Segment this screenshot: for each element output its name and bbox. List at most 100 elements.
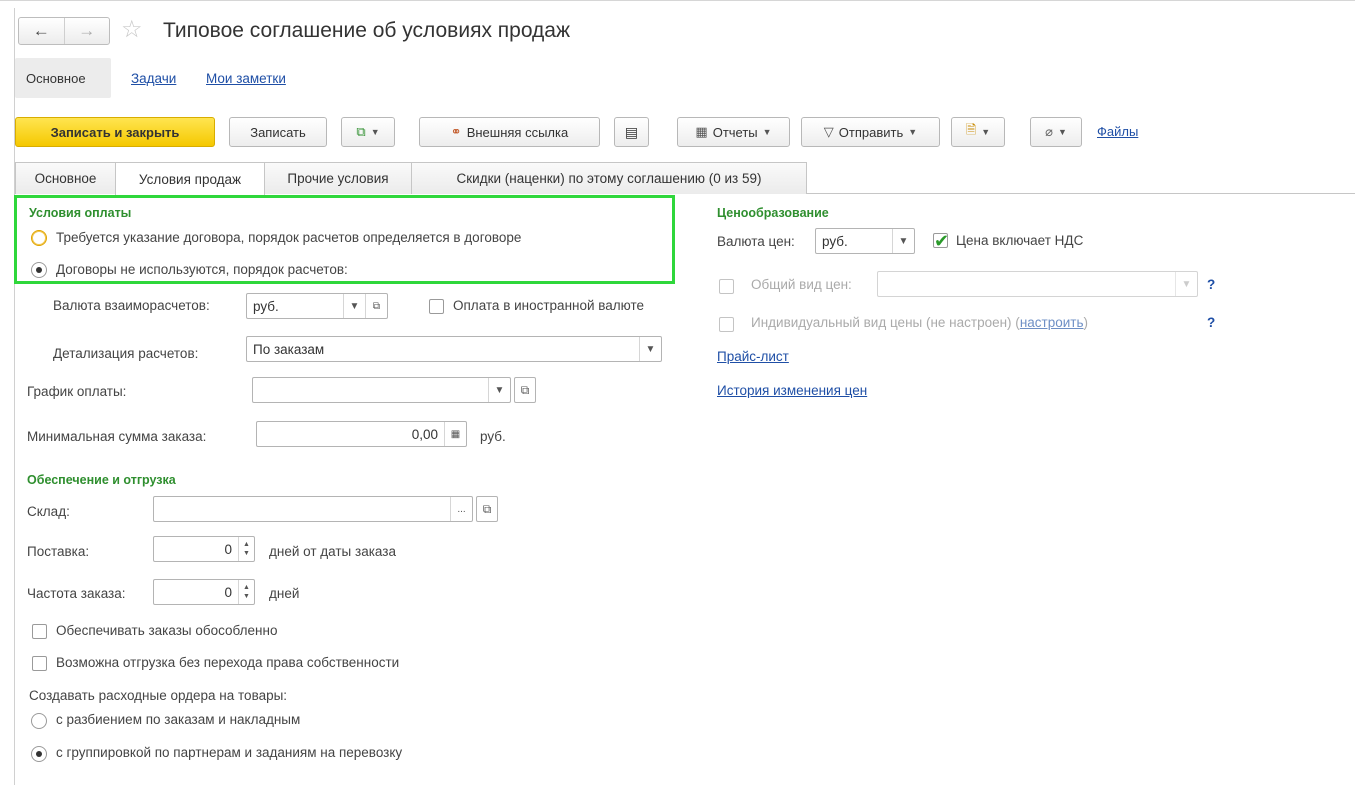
price-currency-field[interactable]: руб. ▼ — [815, 228, 915, 254]
spinner-icon[interactable]: ▲ ▼ — [238, 580, 254, 604]
price-currency-label: Валюта цен: — [717, 234, 795, 249]
orders-option1-radio[interactable] — [31, 713, 47, 729]
order-frequency-unit: дней — [269, 586, 300, 601]
warehouse-label: Склад: — [27, 504, 70, 519]
payment-schedule-label: График оплаты: — [27, 384, 127, 399]
payment-option1-label: Требуется указание договора, порядок рас… — [56, 230, 522, 245]
external-link-button[interactable]: ⚭ Внешняя ссылка — [419, 117, 600, 147]
settlement-detail-field[interactable]: По заказам ▼ — [246, 336, 662, 362]
settlement-detail-value[interactable]: По заказам — [247, 342, 639, 357]
select-button[interactable]: ... — [450, 497, 472, 521]
top-border — [0, 0, 1355, 1]
price-currency-value[interactable]: руб. — [816, 234, 892, 249]
chevron-down-icon[interactable]: ▼ — [639, 337, 661, 361]
section-main[interactable]: Основное — [26, 70, 86, 88]
individual-price-text: Индивидуальный вид цены (не настроен) ( — [751, 315, 1020, 330]
external-link-icon: ⚭ — [450, 124, 462, 139]
tab-sales-conditions[interactable]: Условия продаж — [115, 162, 265, 195]
orders-option2-radio[interactable] — [31, 746, 47, 762]
payment-option2-radio[interactable] — [31, 262, 47, 278]
chevron-down-icon[interactable]: ▼ — [488, 378, 510, 402]
nav-buttons: ← → — [18, 17, 110, 45]
chevron-down-icon[interactable]: ▼ — [1175, 272, 1197, 296]
payment-group-title: Условия оплаты — [29, 206, 132, 220]
common-price-field[interactable]: ▼ — [877, 271, 1198, 297]
back-arrow-icon[interactable]: ← — [19, 18, 65, 44]
chevron-down-icon[interactable]: ▼ — [343, 294, 365, 318]
min-order-sum-field[interactable]: 0,00 ▦ — [256, 421, 467, 447]
spinner-icon[interactable]: ▲ ▼ — [238, 537, 254, 561]
settlement-currency-value[interactable]: руб. — [247, 299, 343, 314]
create-based-on-button[interactable]: ⧉ ▼ — [341, 117, 395, 147]
chevron-down-icon: ▼ — [370, 127, 380, 137]
common-price-help-icon[interactable]: ? — [1207, 277, 1215, 292]
separate-orders-checkbox[interactable] — [32, 624, 47, 639]
shipping-group-title: Обеспечение и отгрузка — [27, 473, 176, 487]
tab-other-conditions[interactable]: Прочие условия — [264, 162, 412, 194]
open-icon[interactable]: ⧉ — [365, 294, 387, 318]
payment-schedule-field[interactable]: ▼ — [252, 377, 511, 403]
chevron-down-icon: ▼ — [762, 127, 772, 137]
document-icon: ▤ — [624, 123, 639, 140]
common-price-label: Общий вид цен: — [751, 277, 852, 292]
payment-option1-radio[interactable] — [31, 230, 47, 246]
chevron-down-icon: ▼ — [908, 127, 918, 137]
individual-price-tail: ) — [1083, 315, 1088, 330]
warehouse-open-icon[interactable]: ⧉ — [476, 496, 498, 522]
radio-selected-dot — [36, 267, 42, 273]
calculator-icon[interactable]: ▦ — [444, 422, 466, 446]
attachments-button[interactable]: ⌀ ▼ — [1030, 117, 1082, 147]
price-list-link[interactable]: Прайс-лист — [717, 349, 789, 364]
delivery-unit: дней от даты заказа — [269, 544, 396, 559]
delivery-label: Поставка: — [27, 544, 90, 559]
reports-button[interactable]: ▦ Отчеты ▼ — [677, 117, 790, 147]
chevron-down-icon[interactable]: ▼ — [892, 229, 914, 253]
section-tasks[interactable]: Задачи — [131, 70, 176, 88]
save-button[interactable]: Записать — [229, 117, 327, 147]
page-title: Типовое соглашение об условиях продаж — [163, 19, 571, 42]
delivery-value[interactable]: 0 — [154, 542, 238, 557]
save-and-close-button[interactable]: Записать и закрыть — [15, 117, 215, 147]
send-button[interactable]: ▽ Отправить ▼ — [801, 117, 940, 147]
files-link[interactable]: Файлы — [1097, 124, 1138, 139]
send-label: Отправить — [838, 124, 904, 140]
radio-selected-dot — [36, 751, 42, 757]
no-ownership-label: Возможна отгрузка без перехода права соб… — [56, 655, 400, 670]
report-icon: ▦ — [695, 124, 708, 139]
reports-label: Отчеты — [712, 124, 758, 140]
min-order-sum-value[interactable]: 0,00 — [257, 427, 444, 442]
foreign-currency-checkbox[interactable] — [429, 299, 444, 314]
settlement-currency-field[interactable]: руб. ▼ ⧉ — [246, 293, 388, 319]
orders-option1-label: с разбиением по заказам и накладным — [56, 712, 301, 727]
chevron-down-icon: ▼ — [981, 127, 991, 137]
forward-arrow-icon[interactable]: → — [65, 18, 110, 44]
document-button[interactable]: ▤ — [614, 117, 649, 147]
separate-orders-label: Обеспечивать заказы обособленно — [56, 623, 278, 638]
order-frequency-value[interactable]: 0 — [154, 585, 238, 600]
individual-price-help-icon[interactable]: ? — [1207, 315, 1215, 330]
external-link-label: Внешняя ссылка — [466, 124, 569, 140]
create-based-on-icon: ⧉ — [356, 124, 366, 139]
favorite-star-icon[interactable]: ☆ — [121, 14, 143, 46]
print-icon: 🗎 — [965, 122, 977, 137]
price-history-link[interactable]: История изменения цен — [717, 383, 867, 398]
section-notes[interactable]: Мои заметки — [206, 70, 286, 88]
tab-main[interactable]: Основное — [15, 162, 116, 194]
warehouse-field[interactable]: ... — [153, 496, 473, 522]
vat-included-label: Цена включает НДС — [956, 233, 1084, 248]
paperclip-icon: ⌀ — [1045, 124, 1053, 139]
payment-schedule-open-icon[interactable]: ⧉ — [514, 377, 536, 403]
order-frequency-label: Частота заказа: — [27, 586, 126, 601]
individual-price-checkbox[interactable] — [719, 317, 734, 332]
no-ownership-checkbox[interactable] — [32, 656, 47, 671]
configure-link[interactable]: настроить — [1020, 315, 1084, 330]
individual-price-label: Индивидуальный вид цены (не настроен) (н… — [751, 315, 1088, 330]
tab-discounts[interactable]: Скидки (наценки) по этому соглашению (0 … — [411, 162, 807, 194]
delivery-field[interactable]: 0 ▲ ▼ — [153, 536, 255, 562]
chevron-down-icon: ▼ — [1057, 127, 1067, 137]
vat-included-checkbox[interactable]: ✔ — [933, 232, 949, 250]
print-button[interactable]: 🗎 ▼ — [951, 117, 1005, 147]
settlement-detail-label: Детализация расчетов: — [53, 346, 199, 361]
order-frequency-field[interactable]: 0 ▲ ▼ — [153, 579, 255, 605]
common-price-checkbox[interactable] — [719, 279, 734, 294]
